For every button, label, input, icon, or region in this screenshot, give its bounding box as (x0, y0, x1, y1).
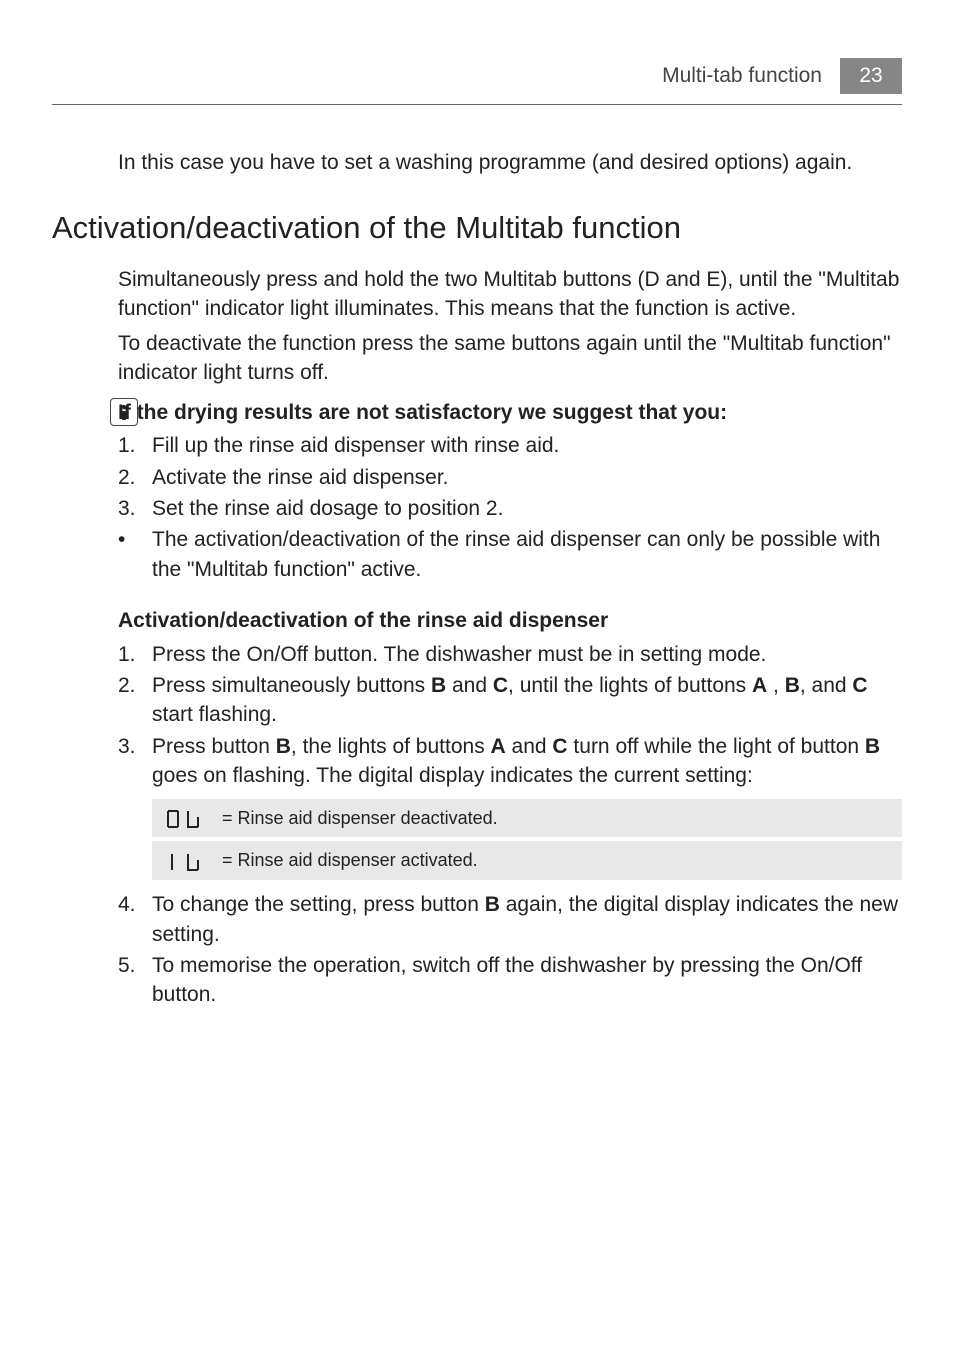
list-text: The activation/deactivation of the rinse… (152, 525, 902, 584)
display-text-deactivated: = Rinse aid dispenser deactivated. (212, 799, 902, 840)
list-text: To memorise the operation, switch off th… (152, 951, 902, 1010)
list-item: 1. Press the On/Off button. The dishwash… (118, 640, 902, 669)
list-marker: 5. (118, 951, 152, 1010)
glyph-activated (152, 839, 212, 882)
t: , (767, 674, 785, 697)
rinse-heading: Activation/deactivation of the rinse aid… (118, 606, 902, 635)
drying-list: 1. Fill up the rinse aid dispenser with … (118, 431, 902, 584)
header-title: Multi-tab function (662, 64, 822, 88)
info-drying: If the drying results are not satisfacto… (52, 398, 902, 584)
t: Press button (152, 735, 276, 758)
list-item: 2. Press simultaneously buttons B and C,… (118, 671, 902, 730)
glyph-deactivated (152, 799, 212, 840)
list-item: 4. To change the setting, press button B… (118, 890, 902, 949)
t: goes on flashing. The digital display in… (152, 764, 753, 787)
list-item: 5. To memorise the operation, switch off… (118, 951, 902, 1010)
rinse-list: 1. Press the On/Off button. The dishwash… (118, 640, 902, 791)
section-heading: Activation/deactivation of the Multitab … (52, 210, 902, 246)
t: turn off while the light of button (568, 735, 865, 758)
list-text: Press the On/Off button. The dishwasher … (152, 640, 902, 669)
b: B (865, 735, 880, 758)
list-marker: 4. (118, 890, 152, 949)
table-row: = Rinse aid dispenser deactivated. (152, 799, 902, 840)
list-marker: 1. (118, 640, 152, 669)
rinse-list-cont: 4. To change the setting, press button B… (118, 890, 902, 1010)
b: A (752, 674, 767, 697)
t: and (446, 674, 493, 697)
t: , until the lights of buttons (508, 674, 752, 697)
b: C (852, 674, 867, 697)
list-marker: 2. (118, 463, 152, 492)
b: C (552, 735, 567, 758)
list-marker: 2. (118, 671, 152, 730)
rinse-section: Activation/deactivation of the rinse aid… (118, 606, 902, 1010)
b: B (431, 674, 446, 697)
intro-text: In this case you have to set a washing p… (118, 149, 902, 178)
header: Multi-tab function 23 (52, 58, 902, 94)
t: , and (800, 674, 853, 697)
t: , the lights of buttons (291, 735, 491, 758)
digit-0d-icon (166, 809, 202, 829)
list-text: To change the setting, press button B ag… (152, 890, 902, 949)
table-row: = Rinse aid dispenser activated. (152, 839, 902, 882)
list-marker: • (118, 525, 152, 584)
info-icon (110, 398, 138, 426)
digit-1d-icon (166, 852, 202, 872)
list-item: 2. Activate the rinse aid dispenser. (118, 463, 902, 492)
drying-heading: If the drying results are not satisfacto… (118, 398, 902, 427)
t: To change the setting, press button (152, 893, 485, 916)
section-body: Simultaneously press and hold the two Mu… (118, 266, 902, 388)
list-text: Activate the rinse aid dispenser. (152, 463, 902, 492)
b: C (493, 674, 508, 697)
list-item: • The activation/deactivation of the rin… (118, 525, 902, 584)
header-rule (52, 104, 902, 105)
list-text: Set the rinse aid dosage to position 2. (152, 494, 902, 523)
t: and (506, 735, 553, 758)
list-marker: 3. (118, 732, 152, 791)
t: start flashing. (152, 703, 277, 726)
list-text: Press button B, the lights of buttons A … (152, 732, 902, 791)
b: B (276, 735, 291, 758)
list-item: 3. Press button B, the lights of buttons… (118, 732, 902, 791)
page-number: 23 (840, 58, 902, 94)
paragraph-1: Simultaneously press and hold the two Mu… (118, 266, 902, 324)
list-item: 1. Fill up the rinse aid dispenser with … (118, 431, 902, 460)
list-item: 3. Set the rinse aid dosage to position … (118, 494, 902, 523)
paragraph-2: To deactivate the function press the sam… (118, 330, 902, 388)
display-indicator-table: = Rinse aid dispenser deactivated. = Rin… (152, 799, 902, 885)
t: Press simultaneously buttons (152, 674, 431, 697)
b: B (485, 893, 500, 916)
b: B (785, 674, 800, 697)
intro-paragraph: In this case you have to set a washing p… (118, 149, 902, 178)
list-text: Fill up the rinse aid dispenser with rin… (152, 431, 902, 460)
list-text: Press simultaneously buttons B and C, un… (152, 671, 902, 730)
list-marker: 1. (118, 431, 152, 460)
b: A (491, 735, 506, 758)
list-marker: 3. (118, 494, 152, 523)
display-text-activated: = Rinse aid dispenser activated. (212, 839, 902, 882)
